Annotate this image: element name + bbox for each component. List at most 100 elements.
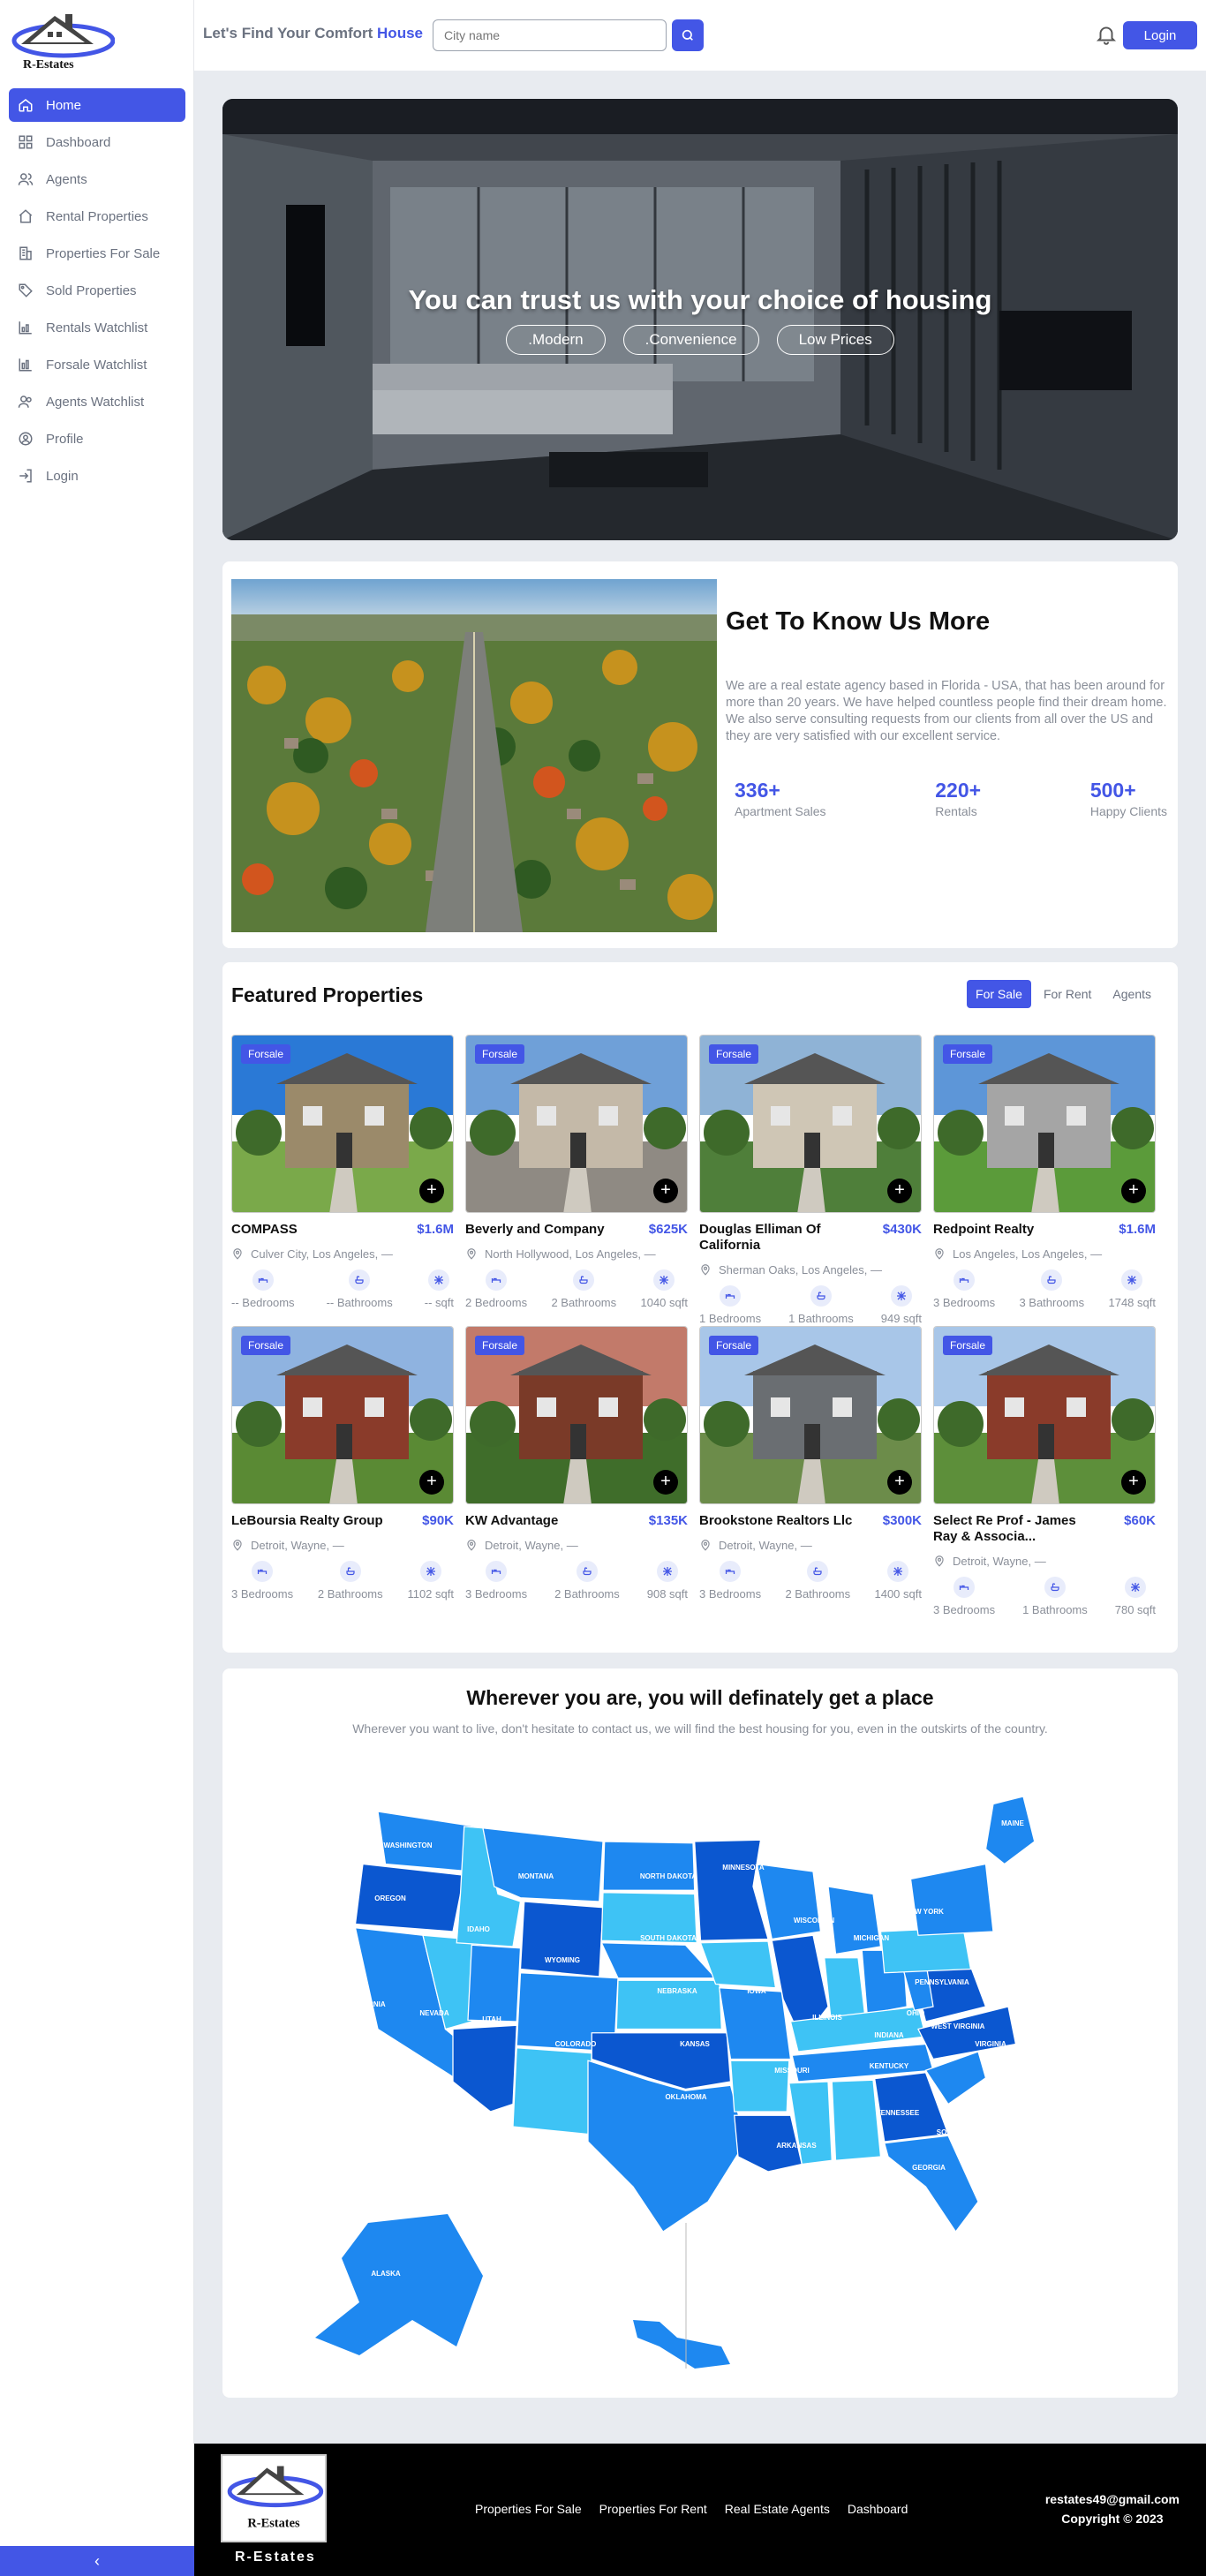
pill-modern[interactable]: .Modern [506,325,606,355]
add-to-watchlist-button[interactable]: + [419,1470,444,1495]
state-shape[interactable] [519,1901,604,1977]
state-shape[interactable] [718,1987,792,2060]
sidebar-item-properties-for-sale[interactable]: Properties For Sale [9,237,185,270]
sidebar-item-rental-properties[interactable]: Rental Properties [9,200,185,233]
state-shape[interactable] [600,1942,717,1979]
property-name[interactable]: LeBoursia Realty Group [231,1513,383,1529]
property-name[interactable]: Brookstone Realtors Llc [699,1513,852,1529]
property-image[interactable]: Forsale + [699,1326,922,1504]
property-image[interactable]: Forsale + [699,1035,922,1213]
property-image[interactable]: Forsale + [231,1035,454,1213]
property-image[interactable]: Forsale + [465,1035,688,1213]
sidebar-item-sold-properties[interactable]: Sold Properties [9,274,185,307]
property-amenities: 3 Bedrooms 1 Bathrooms 780 sqft [933,1577,1156,1616]
tab-for-sale[interactable]: For Sale [967,980,1031,1008]
bath-icon [576,1561,598,1582]
sidebar-item-rentals-watchlist[interactable]: Rentals Watchlist [9,311,185,344]
sidebar-item-profile[interactable]: Profile [9,422,185,456]
property-price: $135K [648,1513,688,1528]
property-name[interactable]: Select Re Prof - James Ray & Associa... [933,1513,1101,1545]
property-name[interactable]: Beverly and Company [465,1222,605,1238]
sidebar-item-login[interactable]: Login [9,459,185,493]
property-image[interactable]: Forsale + [231,1326,454,1504]
state-shape[interactable] [354,1863,465,1932]
property-card[interactable]: Forsale + Redpoint Realty $1.6M Los Ange… [933,1035,1156,1326]
tagline-text: Let's Find Your Comfort [203,25,373,41]
login-button[interactable]: Login [1123,21,1197,49]
property-name[interactable]: KW Advantage [465,1513,558,1529]
footer-email[interactable]: restates49@gmail.com [1045,2489,1180,2509]
bathrooms-value: 2 Bathrooms [554,1587,620,1601]
state-label: MAINE [1001,1819,1024,1827]
stat-value: 336+ [735,779,780,802]
footer-logo[interactable]: R-Estates [221,2454,327,2542]
state-shape[interactable] [694,1839,769,1941]
state-label: ILLINOIS [812,2014,842,2022]
add-to-watchlist-button[interactable]: + [887,1470,912,1495]
state-shape[interactable] [587,2060,747,2233]
search-button[interactable] [672,19,704,51]
bathrooms: -- Bathrooms [327,1269,393,1309]
state-shape[interactable] [756,1863,822,1940]
state-shape[interactable] [984,1796,1036,1865]
add-to-watchlist-button[interactable]: + [653,1470,678,1495]
property-price: $430K [882,1222,922,1237]
state-shape[interactable] [452,2024,517,2113]
state-shape[interactable] [512,2047,592,2135]
state-label: NEVADA [419,2009,448,2017]
footer-link-dashboard[interactable]: Dashboard [848,2502,908,2516]
sidebar: R-Estates Home Dashboard Agents Rental P… [0,0,194,2576]
state-shape[interactable] [467,1944,522,2022]
footer-link-for-rent[interactable]: Properties For Rent [599,2502,707,2516]
property-card[interactable]: Forsale + Brookstone Realtors Llc $300K … [699,1326,922,1617]
state-shape[interactable] [482,1827,604,1902]
bedrooms-value: -- Bedrooms [231,1296,295,1309]
property-card[interactable]: Forsale + Select Re Prof - James Ray & A… [933,1326,1156,1617]
property-card[interactable]: Forsale + COMPASS $1.6M Culver City, Los… [231,1035,454,1326]
sidebar-item-agents-watchlist[interactable]: Agents Watchlist [9,385,185,418]
add-to-watchlist-button[interactable]: + [1121,1179,1146,1203]
property-name[interactable]: Redpoint Realty [933,1222,1034,1238]
property-image[interactable]: Forsale + [933,1326,1156,1504]
tab-agents[interactable]: Agents [1104,980,1160,1008]
bell-icon[interactable] [1095,23,1118,46]
property-card[interactable]: Forsale + LeBoursia Realty Group $90K De… [231,1326,454,1617]
property-card[interactable]: Forsale + Beverly and Company $625K Nort… [465,1035,688,1326]
bedrooms: 3 Bedrooms [465,1561,527,1601]
pill-convenience[interactable]: .Convenience [622,325,759,355]
tab-for-rent[interactable]: For Rent [1035,980,1100,1008]
property-card[interactable]: Forsale + KW Advantage $135K Detroit, Wa… [465,1326,688,1617]
about-section: Get To Know Us More We are a real estate… [222,561,1178,948]
pill-low-prices[interactable]: Low Prices [776,325,894,355]
property-name[interactable]: Douglas Elliman Of California [699,1222,867,1254]
state-shape[interactable] [602,1841,696,1891]
add-to-watchlist-button[interactable]: + [1121,1470,1146,1495]
us-map[interactable]: WASHINGTON OREGON CALIFORNIA NEVADA IDAHO MON… [306,1781,1092,2382]
add-to-watchlist-button[interactable]: + [419,1179,444,1203]
add-to-watchlist-button[interactable]: + [887,1179,912,1203]
property-card[interactable]: Forsale + Douglas Elliman Of California … [699,1035,922,1326]
footer-link-agents[interactable]: Real Estate Agents [725,2502,830,2516]
sidebar-item-forsale-watchlist[interactable]: Forsale Watchlist [9,348,185,381]
property-image[interactable]: Forsale + [465,1326,688,1504]
footer-link-for-sale[interactable]: Properties For Sale [475,2502,582,2516]
add-to-watchlist-button[interactable]: + [653,1179,678,1203]
sidebar-item-agents[interactable]: Agents [9,162,185,196]
property-image[interactable]: Forsale + [933,1035,1156,1213]
bedrooms-value: 3 Bedrooms [465,1587,528,1601]
city-search-input[interactable] [433,19,667,51]
sidebar-item-home[interactable]: Home [9,88,185,122]
location-pin-icon [935,1248,944,1260]
state-shape[interactable] [827,1886,882,1955]
sidebar-item-dashboard[interactable]: Dashboard [9,125,185,159]
stats: 336+ Apartment Sales 220+ Rentals 500+ H… [735,779,1167,818]
stat-happy-clients: 500+ Happy Clients [1090,779,1167,818]
sidebar-collapse-button[interactable]: ‹ [0,2546,194,2576]
about-text: We are a real estate agency based in Flo… [726,679,1167,743]
state-shape[interactable] [315,2214,483,2355]
state-shape[interactable] [831,2079,882,2161]
property-name[interactable]: COMPASS [231,1222,298,1238]
hero-banner: You can trust us with your choice of hou… [222,99,1178,540]
state-shape[interactable] [909,1863,994,1936]
coverage-map-section: Wherever you are, you will definately ge… [222,1668,1178,2398]
